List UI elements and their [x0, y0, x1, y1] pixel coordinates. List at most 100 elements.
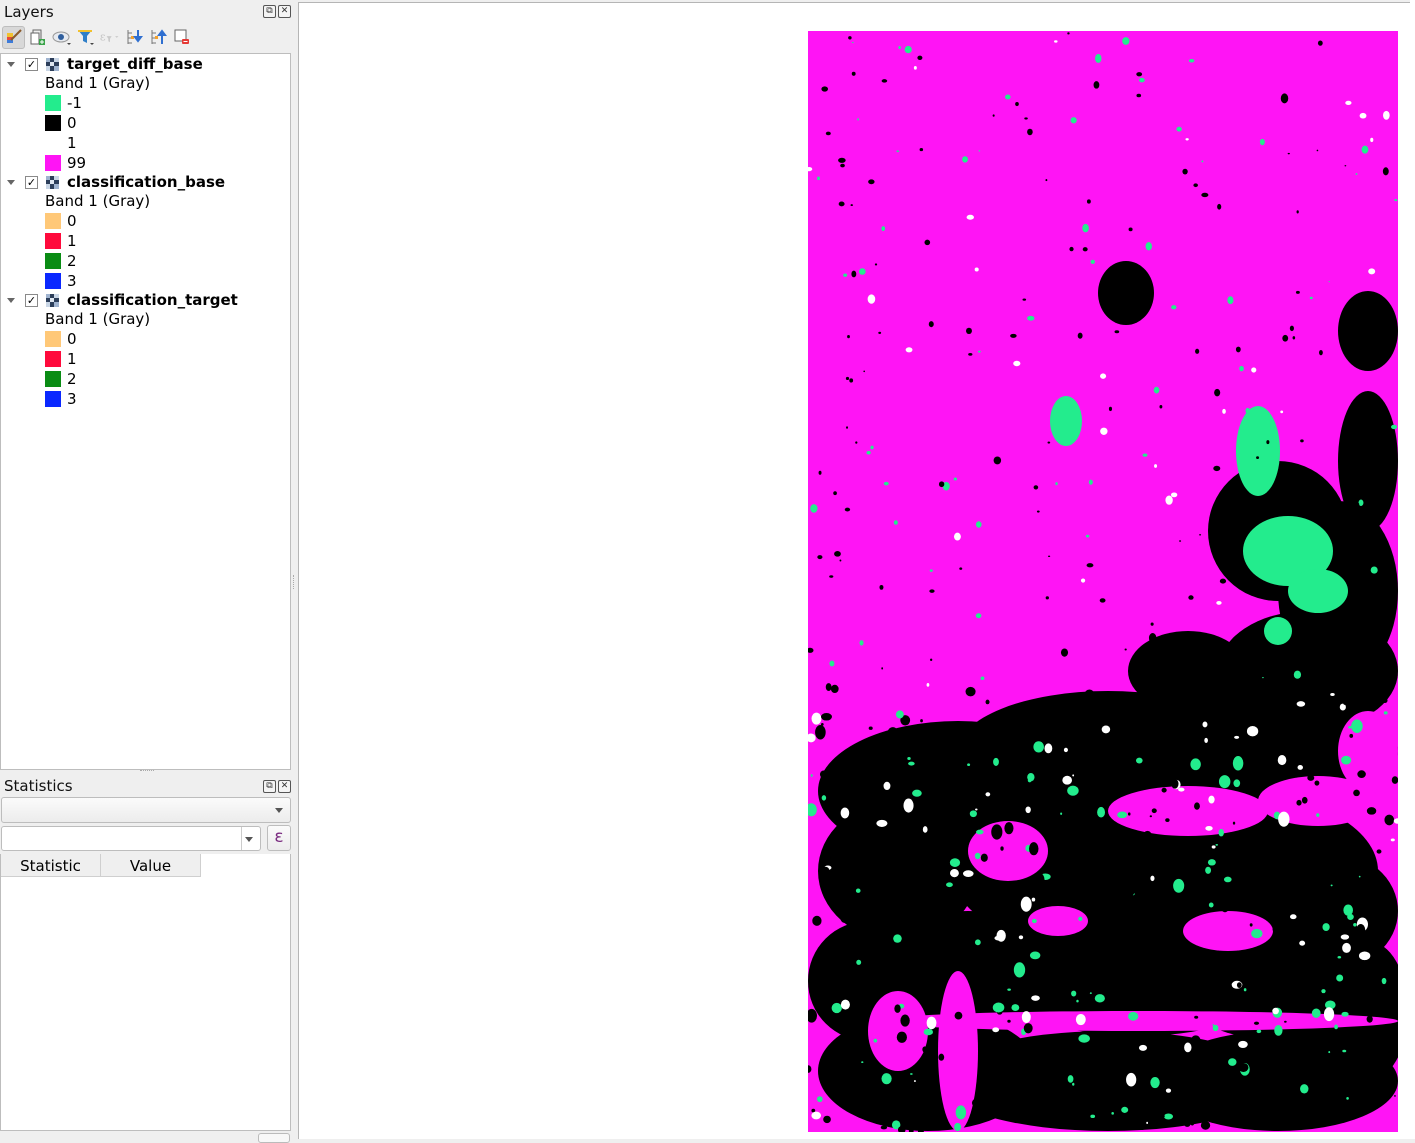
- unchanged-speck: [1114, 989, 1122, 997]
- unchanged-speck: [1388, 308, 1392, 313]
- collapse-arrow-icon[interactable]: [7, 179, 15, 185]
- unchanged-speck: [1194, 1087, 1203, 1095]
- change-speck-positive: [1031, 995, 1040, 1001]
- layer-name[interactable]: target_diff_base: [67, 55, 203, 73]
- unchanged-speck: [1375, 314, 1378, 317]
- legend-label: 2: [67, 252, 77, 270]
- change-speck-negative: [1171, 305, 1177, 310]
- layer-visibility-checkbox[interactable]: ✓: [25, 175, 38, 189]
- map-canvas[interactable]: [298, 2, 1415, 1139]
- unchanged-speck: [874, 263, 878, 266]
- unchanged-speck: [928, 321, 934, 328]
- remove-layer-button[interactable]: [171, 26, 193, 48]
- unchanged-speck: [1190, 1120, 1195, 1126]
- change-speck-positive: [1238, 1040, 1248, 1048]
- unchanged-speck: [1289, 325, 1294, 332]
- change-speck-negative: [1361, 145, 1369, 154]
- close-panel-icon[interactable]: ✕: [278, 780, 291, 793]
- collapse-all-button[interactable]: [147, 26, 169, 48]
- unchanged-speck: [847, 335, 850, 339]
- change-speck-negative: [1381, 977, 1387, 985]
- change-speck-positive: [1323, 1007, 1335, 1022]
- layer-visibility-checkbox[interactable]: ✓: [25, 293, 38, 307]
- statistics-layer-combo[interactable]: [1, 797, 291, 823]
- change-speck-negative: [1067, 1075, 1074, 1083]
- unchanged-speck: [863, 370, 866, 373]
- unchanged-speck: [1164, 735, 1174, 748]
- manage-visibility-button[interactable]: [51, 26, 73, 48]
- unchanged-speck: [825, 131, 831, 136]
- unchanged-speck: [1394, 460, 1398, 464]
- change-speck-positive: [903, 798, 914, 813]
- unchanged-speck: [1259, 509, 1262, 513]
- filter-legend-button[interactable]: [75, 26, 97, 48]
- legend-swatch: [45, 391, 61, 407]
- statistics-field-combo[interactable]: [1, 826, 261, 851]
- float-panel-icon[interactable]: ⧉: [263, 780, 276, 793]
- layer-name[interactable]: classification_target: [67, 291, 238, 309]
- add-group-button[interactable]: [27, 26, 49, 48]
- legend-label: 0: [67, 212, 77, 230]
- legend-label: -1: [67, 94, 82, 112]
- change-speck-negative: [923, 1028, 934, 1036]
- float-panel-icon[interactable]: ⧉: [263, 5, 276, 18]
- unchanged-speck: [1196, 871, 1202, 877]
- change-speck-negative: [1215, 843, 1219, 846]
- change-speck-negative: [1011, 1004, 1020, 1011]
- river-channel: [868, 991, 928, 1071]
- unchanged-speck: [1067, 32, 1070, 35]
- unchanged-speck: [1214, 878, 1225, 893]
- unchanged-speck: [1047, 555, 1051, 558]
- unchanged-speck: [1384, 814, 1395, 826]
- unchanged-speck: [1291, 1065, 1300, 1072]
- panel-splitter-handle[interactable]: [140, 770, 154, 773]
- change-speck-negative: [852, 41, 854, 44]
- unchanged-speck: [1017, 1083, 1021, 1087]
- change-speck-positive: [926, 682, 930, 687]
- expand-all-button[interactable]: [123, 26, 145, 48]
- unchanged-speck: [1214, 388, 1221, 397]
- layer-row-classification-base[interactable]: ✓ classification_base: [1, 172, 290, 192]
- unchanged-speck: [1391, 776, 1398, 784]
- unchanged-speck: [1266, 440, 1270, 445]
- change-speck-positive: [992, 1027, 1000, 1033]
- column-header-value[interactable]: Value: [101, 854, 201, 877]
- unchanged-speck: [1093, 81, 1100, 89]
- filter-expression-icon: ε: [100, 30, 119, 43]
- column-header-statistic[interactable]: Statistic: [1, 854, 101, 877]
- change-speck-negative: [1322, 923, 1330, 932]
- unchanged-speck: [1366, 807, 1377, 815]
- change-speck-positive: [1100, 427, 1108, 435]
- change-speck-positive: [1340, 934, 1350, 940]
- town-cluster: [1098, 261, 1154, 325]
- unchanged-speck: [1237, 1082, 1248, 1095]
- statistics-bottom-button[interactable]: [258, 1133, 290, 1143]
- layer-row-target-diff-base[interactable]: ✓ target_diff_base: [1, 54, 290, 74]
- expression-builder-button[interactable]: ε: [267, 825, 291, 851]
- collapse-arrow-icon[interactable]: [7, 297, 15, 303]
- layers-tree[interactable]: ✓ target_diff_base Band 1 (Gray) -1 0 1 …: [0, 53, 291, 770]
- filter-expression-button[interactable]: ε: [99, 26, 121, 48]
- unchanged-speck: [1195, 348, 1200, 354]
- change-speck-positive: [1358, 951, 1371, 961]
- unchanged-speck: [929, 589, 935, 593]
- unchanged-speck: [1374, 348, 1379, 354]
- layer-row-classification-target[interactable]: ✓ classification_target: [1, 290, 290, 310]
- collapse-arrow-icon[interactable]: [7, 61, 15, 67]
- change-speck-negative: [843, 273, 848, 277]
- style-manager-button[interactable]: [2, 25, 25, 49]
- layer-visibility-checkbox[interactable]: ✓: [25, 57, 38, 71]
- statistics-table[interactable]: Statistic Value: [0, 854, 291, 1131]
- close-panel-icon[interactable]: ✕: [278, 5, 291, 18]
- unchanged-speck: [1004, 822, 1014, 835]
- change-speck-positive: [922, 826, 928, 833]
- unchanged-speck: [1151, 808, 1157, 814]
- layer-name[interactable]: classification_base: [67, 173, 225, 191]
- unchanged-speck: [1082, 874, 1093, 882]
- unchanged-speck: [850, 204, 853, 207]
- change-speck-negative: [1088, 479, 1093, 485]
- change-speck-positive: [1330, 693, 1335, 697]
- dock-splitter-handle[interactable]: [293, 575, 296, 589]
- unchanged-speck: [1232, 821, 1236, 825]
- unchanged-speck: [817, 555, 823, 560]
